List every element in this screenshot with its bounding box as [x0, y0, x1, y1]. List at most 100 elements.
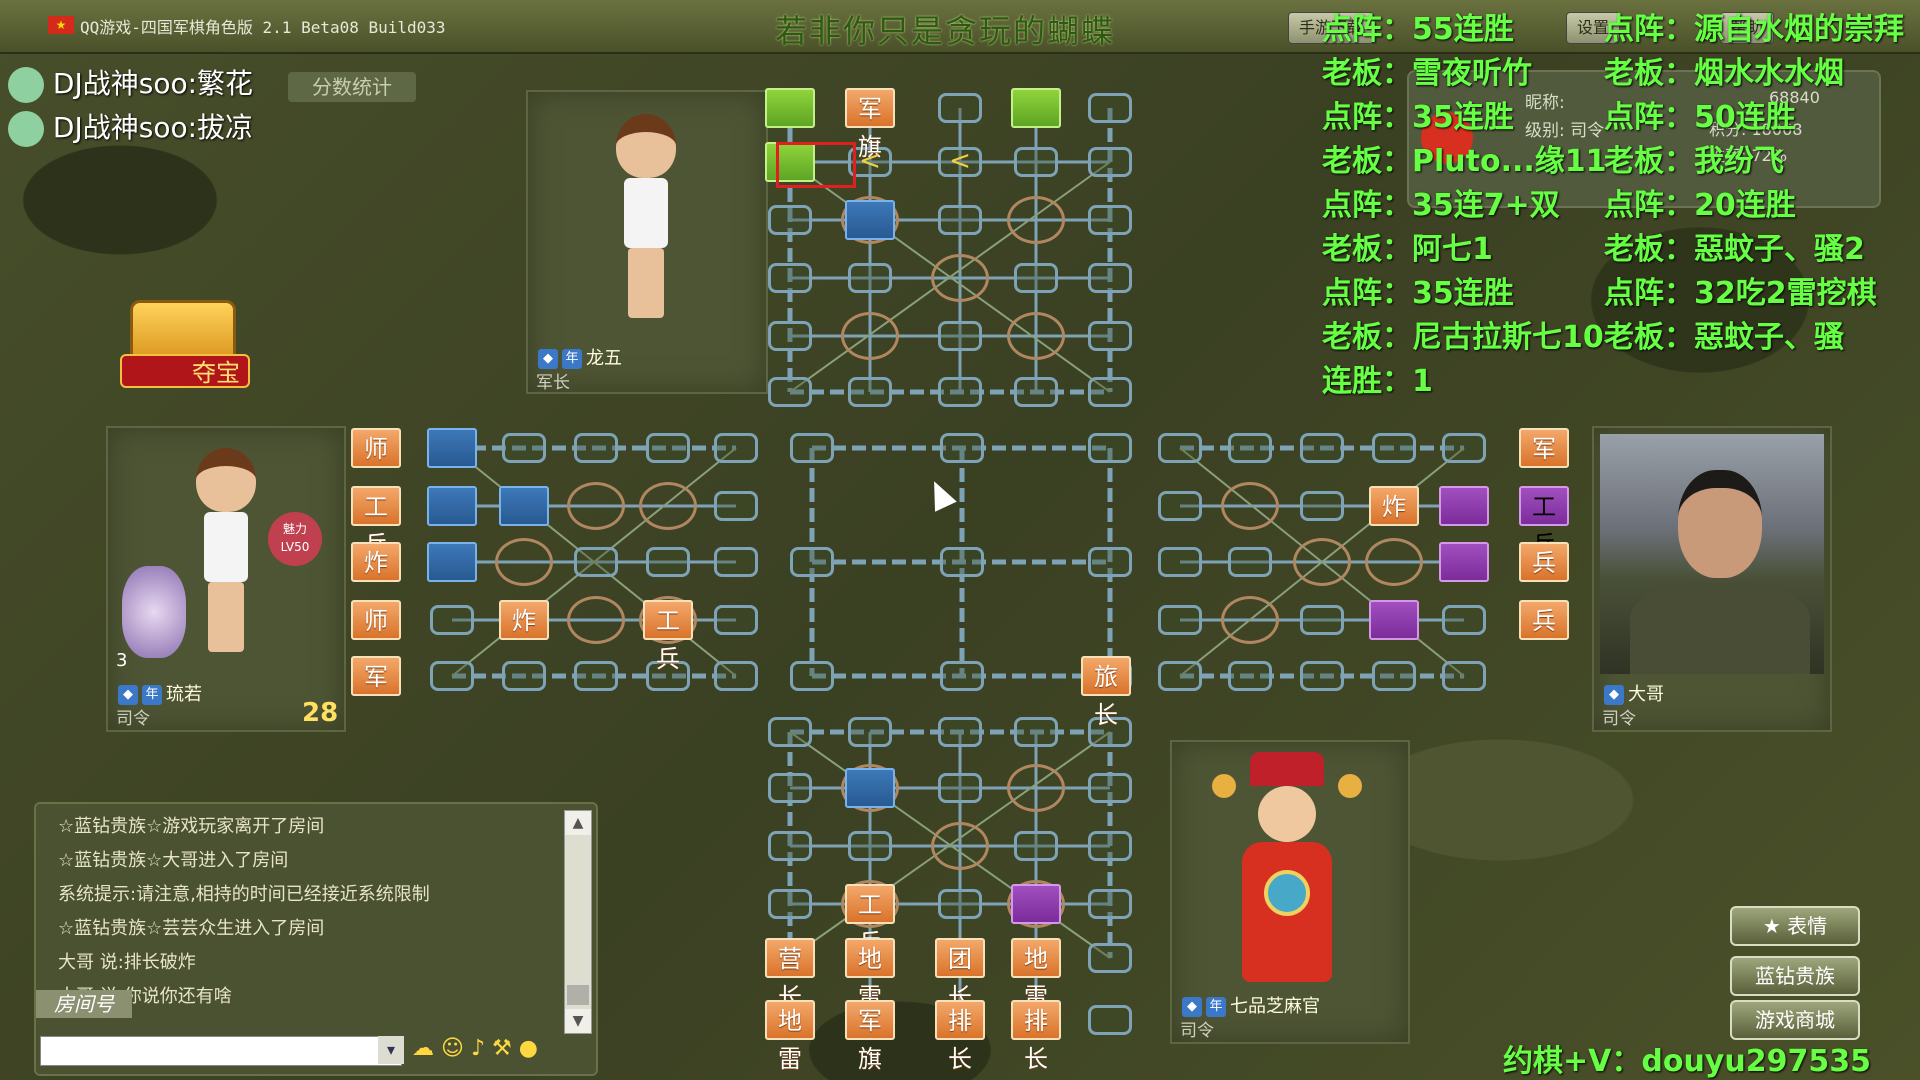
junction-cell[interactable]: [790, 547, 834, 577]
game-piece[interactable]: 军: [1519, 428, 1569, 468]
junction-cell[interactable]: [790, 433, 834, 463]
board-cell[interactable]: [1372, 661, 1416, 691]
camp-spot[interactable]: [1007, 764, 1065, 812]
blue-diamond-button[interactable]: 蓝钻贵族: [1730, 956, 1860, 996]
game-piece[interactable]: 地雷: [1011, 938, 1061, 1011]
game-piece[interactable]: [1369, 600, 1419, 640]
board-cell[interactable]: [848, 717, 892, 747]
board-cell[interactable]: [768, 263, 812, 293]
game-piece[interactable]: [1439, 542, 1489, 582]
board-cell[interactable]: [1088, 205, 1132, 235]
board-cell[interactable]: [574, 547, 618, 577]
junction-cell[interactable]: [1088, 547, 1132, 577]
game-piece[interactable]: 排长: [1011, 1000, 1061, 1073]
board-cell[interactable]: [1014, 147, 1058, 177]
camp-spot[interactable]: [931, 254, 989, 302]
board-cell[interactable]: [938, 205, 982, 235]
game-piece[interactable]: [845, 768, 895, 808]
emoticon-button[interactable]: ★ 表情: [1730, 906, 1860, 946]
board-cell[interactable]: [768, 773, 812, 803]
board-cell[interactable]: [848, 377, 892, 407]
tool-icon[interactable]: ⚒: [492, 1036, 512, 1061]
camp-spot[interactable]: [1007, 196, 1065, 244]
camp-spot[interactable]: [1007, 312, 1065, 360]
scroll-up-icon[interactable]: ▲: [565, 811, 591, 835]
game-piece[interactable]: 炸: [1369, 486, 1419, 526]
board-cell[interactable]: [1442, 605, 1486, 635]
camp-spot[interactable]: [567, 596, 625, 644]
game-piece[interactable]: 地雷: [845, 938, 895, 1011]
camp-spot[interactable]: [1221, 482, 1279, 530]
board-cell[interactable]: [1158, 547, 1202, 577]
game-piece[interactable]: [427, 428, 477, 468]
board-cell[interactable]: [1372, 433, 1416, 463]
board-cell[interactable]: [1014, 831, 1058, 861]
globe-icon[interactable]: ●: [519, 1036, 538, 1061]
board-cell[interactable]: [768, 377, 812, 407]
camp-spot[interactable]: [495, 538, 553, 586]
game-piece[interactable]: 军旗: [845, 1000, 895, 1073]
game-piece[interactable]: 旅长: [1081, 656, 1131, 729]
game-piece[interactable]: 师: [351, 600, 401, 640]
game-piece[interactable]: [1439, 486, 1489, 526]
game-piece[interactable]: 地雷: [765, 1000, 815, 1073]
board-cell[interactable]: [768, 717, 812, 747]
scroll-down-icon[interactable]: ▼: [565, 1009, 591, 1033]
game-piece[interactable]: 炸: [351, 542, 401, 582]
board-cell[interactable]: [848, 263, 892, 293]
move-arrow-icon[interactable]: <: [935, 142, 985, 182]
board-cell[interactable]: [646, 433, 690, 463]
game-piece[interactable]: 师: [351, 428, 401, 468]
board-cell[interactable]: [1088, 93, 1132, 123]
board-cell[interactable]: [1300, 491, 1344, 521]
board-cell[interactable]: [938, 717, 982, 747]
board-cell[interactable]: [714, 661, 758, 691]
camp-spot[interactable]: [639, 482, 697, 530]
board-cell[interactable]: [768, 889, 812, 919]
board-cell[interactable]: [574, 661, 618, 691]
board-cell[interactable]: [1158, 433, 1202, 463]
board-cell[interactable]: [714, 433, 758, 463]
smile-icon[interactable]: ☺: [441, 1036, 464, 1061]
camp-spot[interactable]: [567, 482, 625, 530]
board-cell[interactable]: [768, 205, 812, 235]
camp-spot[interactable]: [1221, 596, 1279, 644]
board-cell[interactable]: [1442, 661, 1486, 691]
game-piece[interactable]: 工兵: [1519, 486, 1569, 559]
board-cell[interactable]: [1088, 147, 1132, 177]
chat-input[interactable]: [40, 1036, 402, 1066]
board-cell[interactable]: [1088, 1005, 1132, 1035]
speaker-icon[interactable]: ♪: [471, 1036, 485, 1061]
board-cell[interactable]: [768, 321, 812, 351]
board-cell[interactable]: [1158, 661, 1202, 691]
game-piece[interactable]: 军旗: [845, 88, 895, 161]
board-cell[interactable]: [714, 605, 758, 635]
board-cell[interactable]: [502, 661, 546, 691]
chevron-down-icon[interactable]: ▾: [378, 1036, 404, 1064]
board-cell[interactable]: [430, 605, 474, 635]
board-cell[interactable]: [1300, 661, 1344, 691]
game-piece[interactable]: 军: [351, 656, 401, 696]
board-cell[interactable]: [1088, 831, 1132, 861]
board-cell[interactable]: [938, 773, 982, 803]
board-cell[interactable]: [1228, 661, 1272, 691]
game-piece[interactable]: [499, 486, 549, 526]
game-piece[interactable]: 兵: [1519, 542, 1569, 582]
camp-spot[interactable]: [1293, 538, 1351, 586]
game-piece[interactable]: [427, 486, 477, 526]
board-cell[interactable]: [848, 831, 892, 861]
game-piece[interactable]: 兵: [1519, 600, 1569, 640]
game-piece[interactable]: [1011, 88, 1061, 128]
board-cell[interactable]: [1014, 717, 1058, 747]
camp-spot[interactable]: [931, 822, 989, 870]
board-cell[interactable]: [1228, 547, 1272, 577]
scroll-thumb[interactable]: [567, 985, 589, 1005]
chat-bubble-icon[interactable]: ☁: [412, 1036, 434, 1061]
board-cell[interactable]: [714, 491, 758, 521]
camp-spot[interactable]: [841, 312, 899, 360]
game-piece[interactable]: 营长: [765, 938, 815, 1011]
board-cell[interactable]: [1158, 605, 1202, 635]
game-piece[interactable]: 团长: [935, 938, 985, 1011]
board-cell[interactable]: [1228, 433, 1272, 463]
board-cell[interactable]: [1014, 263, 1058, 293]
